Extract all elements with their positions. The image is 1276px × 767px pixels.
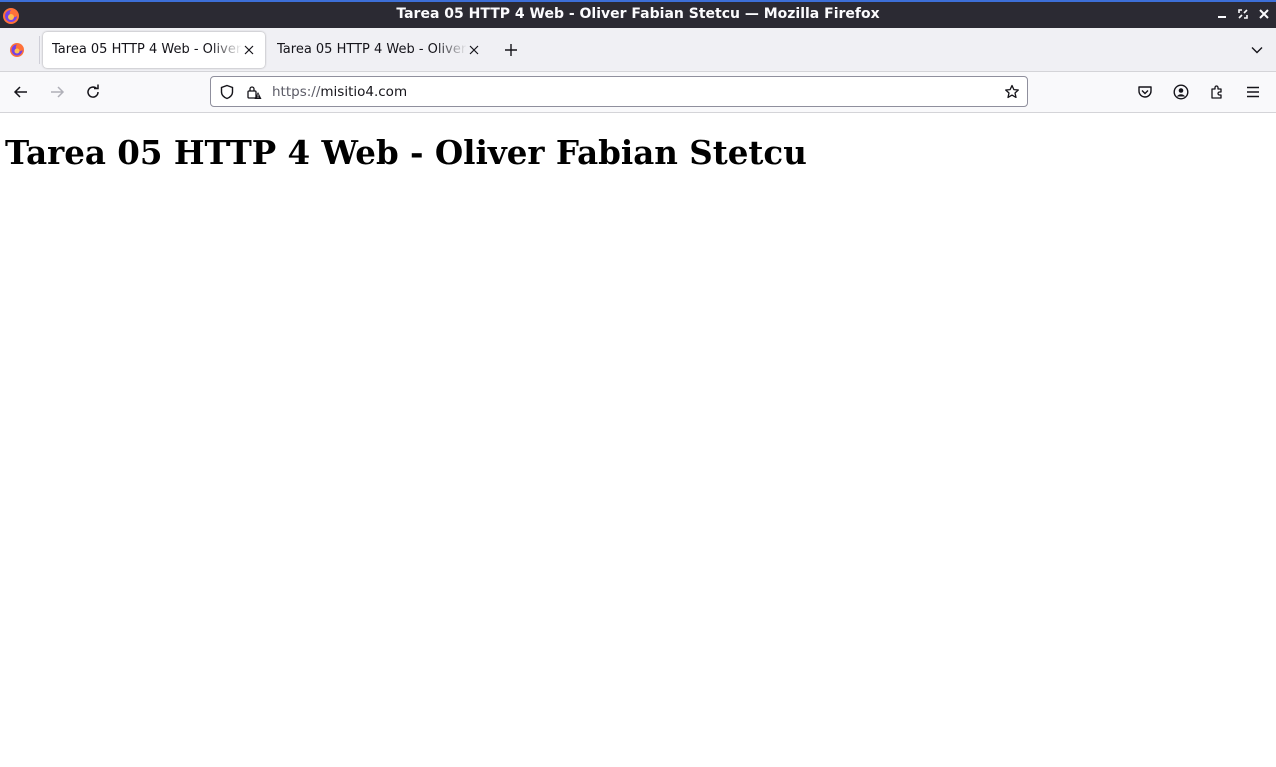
minimize-icon[interactable]	[1214, 6, 1230, 22]
page-title: Tarea 05 HTTP 4 Web - Oliver Fabian Stet…	[5, 133, 807, 172]
tab-close-icon[interactable]	[241, 42, 257, 58]
maximize-icon[interactable]	[1235, 6, 1251, 22]
close-icon[interactable]	[1256, 6, 1272, 22]
tab-label: Tarea 05 HTTP 4 Web - Oliver Fabian Stet…	[277, 42, 467, 57]
bookmark-star-icon[interactable]	[1003, 83, 1021, 101]
tab-close-icon[interactable]	[466, 42, 482, 58]
tab-label: Tarea 05 HTTP 4 Web - Oliver Fabian Stet…	[52, 42, 242, 57]
reload-icon[interactable]	[83, 82, 103, 102]
navigation-toolbar: https://misitio4.com	[0, 72, 1276, 113]
url-text[interactable]: https://misitio4.com	[272, 84, 407, 100]
new-tab-plus-icon[interactable]	[501, 40, 521, 60]
tab-inactive[interactable]: Tarea 05 HTTP 4 Web - Oliver Fabian Stet…	[268, 32, 490, 68]
forward-arrow-icon[interactable]	[47, 82, 67, 102]
firefox-view-icon[interactable]	[7, 40, 27, 60]
account-icon[interactable]	[1171, 82, 1191, 102]
window-titlebar: Tarea 05 HTTP 4 Web - Oliver Fabian Stet…	[0, 0, 1276, 28]
tab-strip: Tarea 05 HTTP 4 Web - Oliver Fabian Stet…	[0, 28, 1276, 72]
window-title: Tarea 05 HTTP 4 Web - Oliver Fabian Stet…	[396, 6, 880, 22]
lock-warning-icon[interactable]	[245, 83, 263, 101]
url-scheme: https://	[272, 84, 321, 100]
url-host: misitio4.com	[320, 84, 408, 100]
back-arrow-icon[interactable]	[11, 82, 31, 102]
tab-divider	[39, 36, 40, 64]
pocket-icon[interactable]	[1135, 82, 1155, 102]
hamburger-menu-icon[interactable]	[1243, 82, 1263, 102]
url-bar[interactable]: https://misitio4.com	[210, 76, 1028, 107]
extensions-icon[interactable]	[1207, 82, 1227, 102]
list-tabs-chevron-down-icon[interactable]	[1247, 40, 1267, 60]
page-content: Tarea 05 HTTP 4 Web - Oliver Fabian Stet…	[0, 113, 1276, 767]
shield-icon[interactable]	[218, 83, 236, 101]
tab-active[interactable]: Tarea 05 HTTP 4 Web - Oliver Fabian Stet…	[43, 32, 265, 68]
